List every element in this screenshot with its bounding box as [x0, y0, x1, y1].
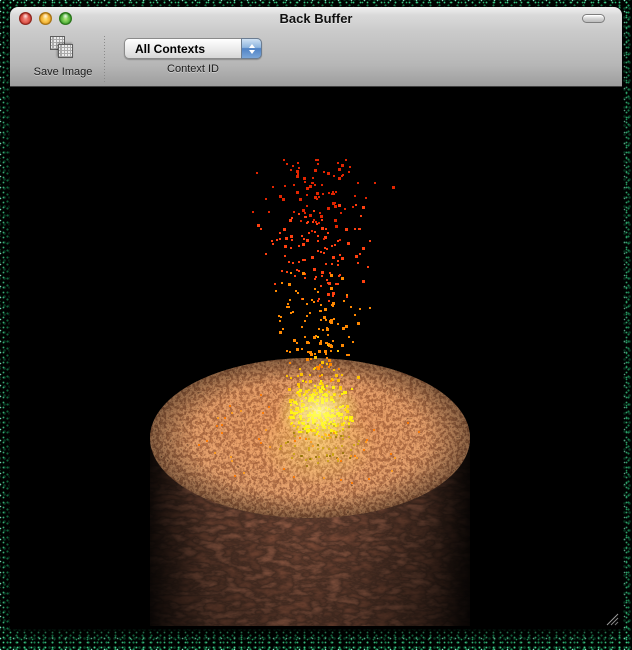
resize-grip[interactable] [604, 611, 620, 627]
window-titlebar[interactable]: Back Buffer [10, 7, 622, 29]
context-popup-group: All Contexts Context ID [113, 34, 273, 75]
window-title: Back Buffer [10, 7, 622, 29]
document-thumbnail-front-icon [58, 44, 73, 58]
save-image-label: Save Image [34, 66, 93, 78]
toolbar-separator [104, 36, 105, 84]
save-image-button[interactable]: Save Image [24, 34, 102, 78]
context-id-label: Context ID [167, 63, 219, 75]
toolbar: Save Image All Contexts Context ID [10, 29, 622, 86]
window-header: Back Buffer Save Image All Contexts [10, 7, 622, 87]
context-id-popup[interactable]: All Contexts [124, 38, 262, 59]
toolbar-toggle-button[interactable] [582, 14, 605, 23]
popup-updown-arrows-icon [241, 38, 262, 59]
desktop-background: Back Buffer Save Image All Contexts [0, 0, 632, 650]
render-view [10, 88, 622, 629]
save-image-icon [49, 36, 77, 62]
particles-layer [10, 88, 622, 629]
context-popup-value: All Contexts [125, 42, 205, 56]
back-buffer-window: Back Buffer Save Image All Contexts [10, 7, 622, 629]
